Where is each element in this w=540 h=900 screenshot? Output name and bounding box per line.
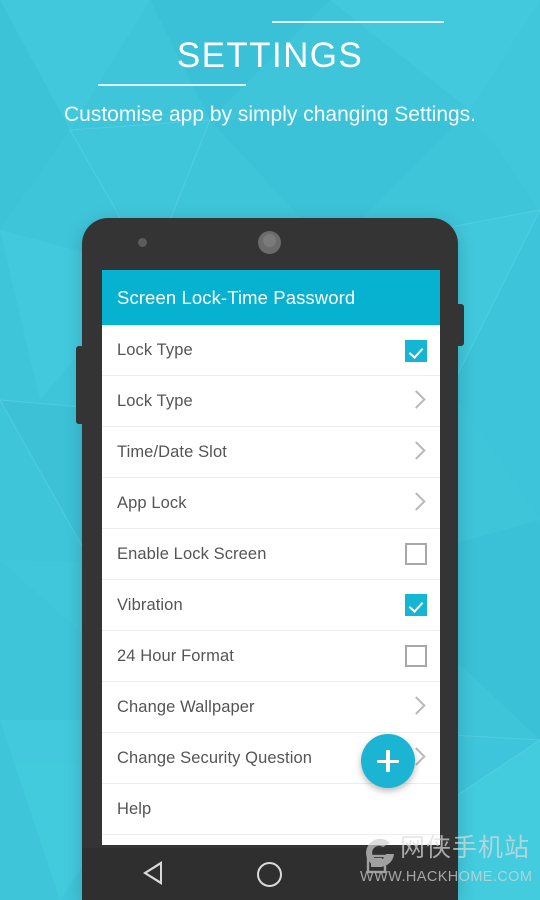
settings-row[interactable]: Enable Lock Screen [102, 529, 440, 580]
chevron-right-icon[interactable] [405, 696, 427, 718]
settings-row[interactable]: App Lock [102, 478, 440, 529]
page-title: SETTINGS [176, 36, 364, 75]
divider-top [272, 21, 444, 23]
watermark-url: WWW.HACKHOME.COM [360, 869, 533, 885]
settings-row-label: App Lock [117, 493, 187, 512]
settings-row[interactable]: Change Wallpaper [102, 682, 440, 733]
checkbox-unchecked-icon[interactable] [405, 543, 427, 565]
home-circle-icon[interactable] [257, 862, 282, 887]
settings-row[interactable]: Lock Type [102, 325, 440, 376]
settings-row[interactable]: 24 Hour Format [102, 631, 440, 682]
settings-row[interactable]: Vibration [102, 580, 440, 631]
back-triangle-icon[interactable] [143, 861, 162, 885]
phone-mockup: Screen Lock-Time Password Lock Type Lock … [76, 218, 464, 900]
settings-row[interactable]: Time/Date Slot [102, 427, 440, 478]
chevron-right-icon[interactable] [405, 390, 427, 412]
settings-row-label: Vibration [117, 595, 183, 614]
settings-row-label: Change Security Question [117, 748, 313, 767]
settings-row-label: Enable Lock Screen [117, 544, 267, 563]
earpiece-speaker-icon [258, 231, 281, 254]
settings-row-label: Time/Date Slot [117, 442, 227, 461]
settings-row-label: Help [117, 799, 152, 818]
checkbox-unchecked-icon[interactable] [405, 645, 427, 667]
watermark: 网侠手机站 WWW.HACKHOME.COM [358, 828, 540, 896]
settings-row[interactable]: Lock Type [102, 376, 440, 427]
settings-row-label: 24 Hour Format [117, 646, 234, 665]
add-fab-button[interactable]: + [361, 734, 415, 788]
settings-row-label: Change Wallpaper [117, 697, 255, 716]
promo-subtitle: Customise app by simply changing Setting… [63, 103, 477, 126]
settings-row-label: Lock Type [117, 391, 193, 410]
camera-dot-icon [138, 238, 147, 247]
chevron-right-icon[interactable] [405, 492, 427, 514]
settings-row-label: Lock Type [117, 341, 193, 359]
app-bar-title: Screen Lock-Time Password [117, 286, 356, 308]
checkbox-checked-icon[interactable] [405, 339, 427, 362]
checkbox-checked-icon[interactable] [405, 594, 427, 616]
divider-bottom [98, 84, 246, 86]
screenshot-root: SETTINGS Customise app by simply changin… [0, 0, 540, 900]
watermark-site-name: 网侠手机站 [400, 833, 531, 862]
volume-button[interactable] [76, 346, 84, 424]
chevron-right-icon[interactable] [405, 441, 427, 463]
power-button[interactable] [456, 304, 464, 346]
app-bar: Screen Lock-Time Password [102, 270, 440, 325]
